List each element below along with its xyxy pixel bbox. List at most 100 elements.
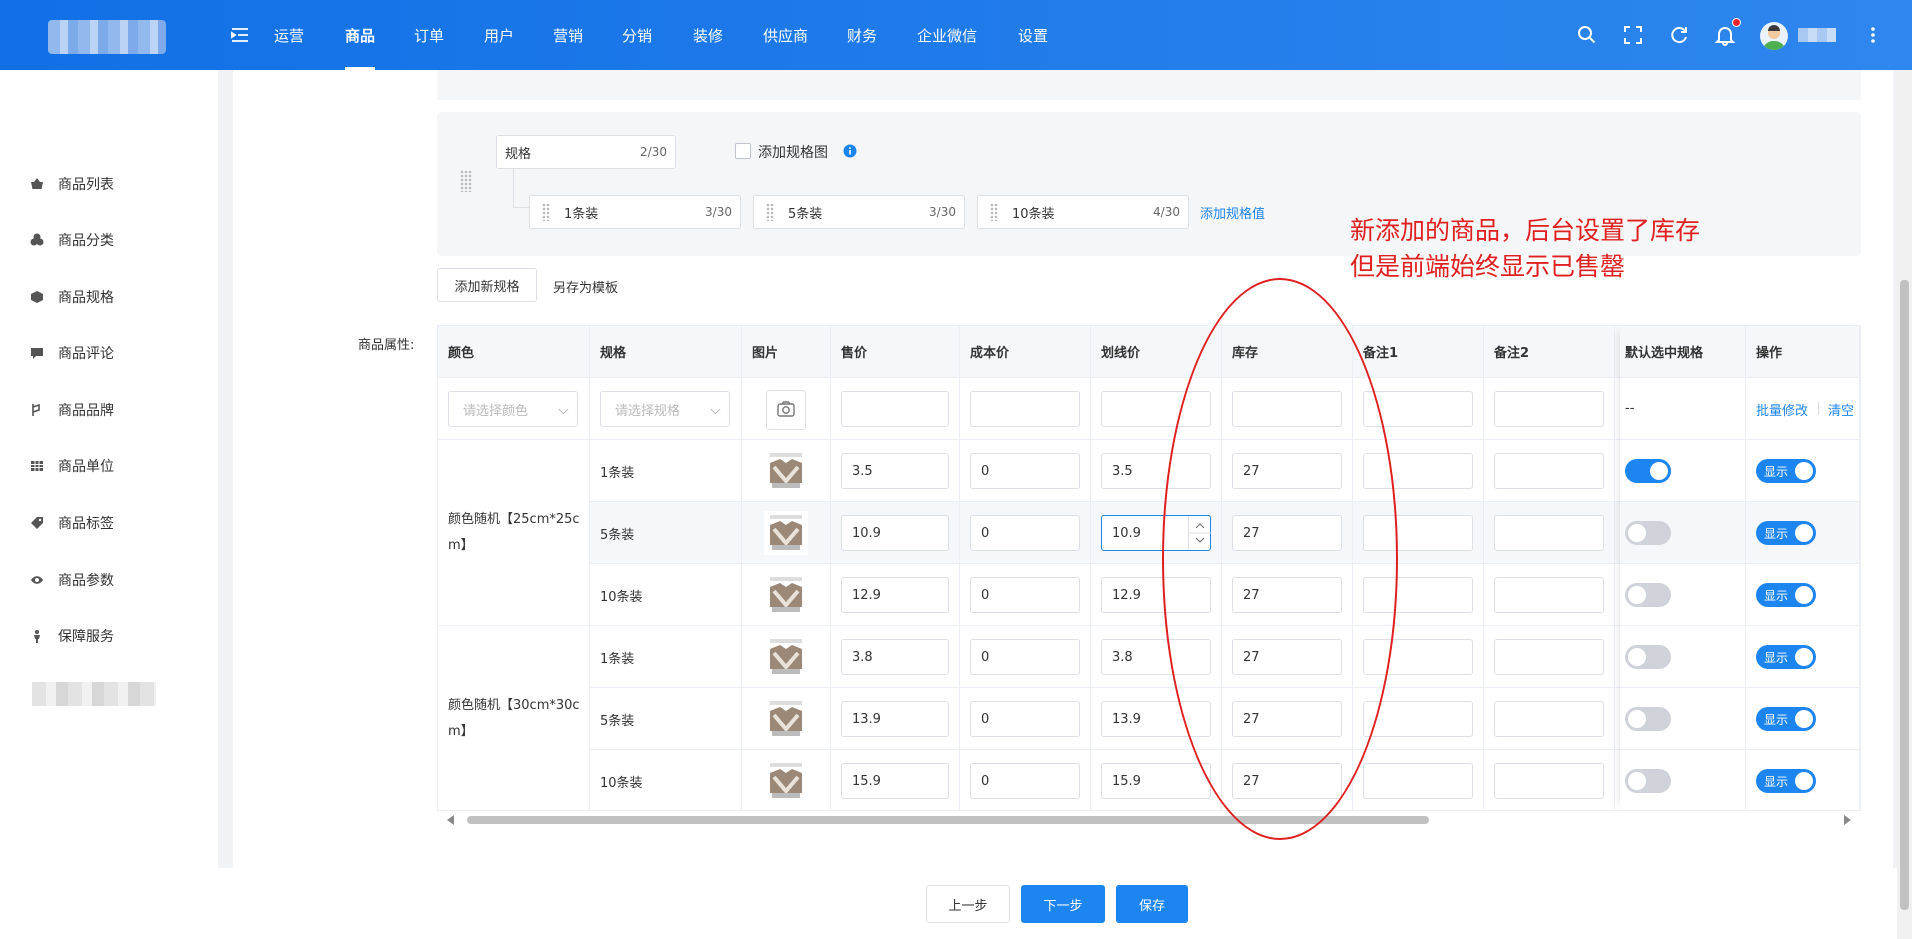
spec-value-input[interactable]: 5条装 3/30 <box>753 195 965 229</box>
vertical-scrollbar-thumb[interactable] <box>1900 280 1909 910</box>
prev-step-button[interactable]: 上一步 <box>926 885 1010 923</box>
price-input[interactable]: 3.5 <box>841 453 949 489</box>
color-text: m】 <box>448 537 474 553</box>
nav-item[interactable]: 供应商 <box>763 0 808 70</box>
sidebar-item[interactable]: 商品单位 <box>30 456 114 476</box>
info-icon[interactable] <box>843 144 857 158</box>
avatar[interactable] <box>1760 22 1788 50</box>
remark-input[interactable] <box>1363 763 1473 799</box>
batch-spec-select[interactable]: 请选择规格 <box>600 391 730 427</box>
add-spec-image-checkbox[interactable] <box>735 143 751 159</box>
nav-item[interactable]: 订单 <box>414 0 444 70</box>
batch-color-select[interactable]: 请选择颜色 <box>448 391 578 427</box>
spec-value-input[interactable]: 1条装 3/30 <box>529 195 741 229</box>
spec-drag-handle-icon[interactable] <box>460 170 472 192</box>
next-step-button[interactable]: 下一步 <box>1021 885 1105 923</box>
color-text: m】 <box>448 723 474 739</box>
sidebar-item-label: 商品品牌 <box>58 403 114 419</box>
add-new-spec-button[interactable]: 添加新规格 <box>437 268 537 302</box>
sidebar-item[interactable]: 商品标签 <box>30 513 114 533</box>
product-attributes-label: 商品属性: <box>358 338 415 353</box>
camera-icon <box>777 401 795 417</box>
nav-item[interactable]: 装修 <box>693 0 723 70</box>
table-header: 成本价 <box>960 326 1091 378</box>
nav-item[interactable]: 用户 <box>484 0 514 70</box>
spec-text: 1条装 <box>600 652 635 667</box>
remark-input[interactable] <box>1494 701 1604 737</box>
search-icon[interactable] <box>1576 24 1598 46</box>
price-input[interactable]: 13.9 <box>841 701 949 737</box>
drag-handle-icon[interactable] <box>766 203 774 221</box>
remark-input[interactable] <box>1494 639 1604 675</box>
cost-input[interactable]: 0 <box>970 763 1080 799</box>
product-thumbnail[interactable] <box>764 697 808 741</box>
product-thumbnail[interactable] <box>764 449 808 493</box>
product-image <box>770 763 802 798</box>
cost-input[interactable]: 0 <box>970 701 1080 737</box>
product-thumbnail[interactable] <box>764 759 808 803</box>
price-input[interactable]: 15.9 <box>841 763 949 799</box>
spec-value-input[interactable]: 10条装 4/30 <box>977 195 1189 229</box>
input-value: 0 <box>981 773 990 789</box>
scroll-left-icon[interactable] <box>447 815 455 825</box>
fullscreen-icon[interactable] <box>1622 24 1644 46</box>
batch-input[interactable] <box>970 391 1080 427</box>
nav-item[interactable]: 运营 <box>274 0 304 70</box>
save-button[interactable]: 保存 <box>1116 885 1188 923</box>
brand-icon <box>32 403 40 416</box>
username-blurred <box>1798 28 1836 42</box>
drag-handle-icon[interactable] <box>542 203 550 221</box>
sidebar-item[interactable]: 商品参数 <box>30 570 114 590</box>
remark-input[interactable] <box>1494 453 1604 489</box>
nav-item[interactable]: 设置 <box>1018 0 1048 70</box>
cost-input[interactable]: 0 <box>970 577 1080 613</box>
sidebar: 商品列表商品分类商品规格商品评论商品品牌商品单位商品标签商品参数保障服务 <box>0 70 218 939</box>
upload-image-button[interactable] <box>766 390 806 430</box>
price-input[interactable]: 10.9 <box>841 515 949 551</box>
line-price-input[interactable]: 15.9 <box>1101 763 1211 799</box>
menu-collapse-icon[interactable] <box>230 25 250 45</box>
add-spec-value-link[interactable]: 添加规格值 <box>1200 203 1265 222</box>
batch-input[interactable] <box>1494 391 1604 427</box>
price-input[interactable]: 3.8 <box>841 639 949 675</box>
remark-input[interactable] <box>1494 763 1604 799</box>
save-as-template-link[interactable]: 另存为模板 <box>553 277 618 296</box>
more-vertical-icon[interactable] <box>1862 24 1884 46</box>
product-image <box>770 701 802 736</box>
sidebar-item[interactable]: 商品列表 <box>30 174 114 194</box>
price-input[interactable]: 12.9 <box>841 577 949 613</box>
cost-input[interactable]: 0 <box>970 639 1080 675</box>
nav-item[interactable]: 企业微信 <box>917 0 977 70</box>
sidebar-item[interactable]: 商品分类 <box>30 230 114 250</box>
input-value: 13.9 <box>1112 711 1141 727</box>
sidebar-item[interactable]: 商品评论 <box>30 343 114 363</box>
sidebar-item[interactable]: 商品品牌 <box>30 400 114 420</box>
page-vertical-scrollbar[interactable] <box>1897 70 1912 939</box>
bell-icon[interactable] <box>1714 24 1736 46</box>
batch-input[interactable] <box>841 391 949 427</box>
cost-input[interactable]: 0 <box>970 453 1080 489</box>
scroll-right-icon[interactable] <box>1843 815 1851 825</box>
drag-handle-icon[interactable] <box>990 203 998 221</box>
product-thumbnail[interactable] <box>764 511 808 555</box>
nav-item[interactable]: 营销 <box>553 0 583 70</box>
sidebar-item[interactable]: 商品规格 <box>30 287 114 307</box>
spec-name-input[interactable]: 规格 2/30 <box>496 135 676 169</box>
nav-item[interactable]: 商品 <box>345 0 376 70</box>
color-text: 颜色随机【30cm*30c <box>448 697 580 713</box>
table-header: 颜色 <box>438 326 590 378</box>
chevron-down-icon <box>558 404 569 415</box>
cost-input[interactable]: 0 <box>970 515 1080 551</box>
product-thumbnail[interactable] <box>764 573 808 617</box>
color-cell: 颜色随机【30cm*30c m】 <box>438 626 590 812</box>
table-horizontal-scrollbar[interactable] <box>437 810 1861 828</box>
remark-input[interactable] <box>1494 577 1604 613</box>
remark-input[interactable] <box>1494 515 1604 551</box>
nav-item[interactable]: 分销 <box>622 0 652 70</box>
refresh-icon[interactable] <box>1668 24 1690 46</box>
spec-value-text: 1条装 <box>564 206 599 222</box>
product-thumbnail[interactable] <box>764 635 808 679</box>
grid-icon <box>31 461 43 471</box>
sidebar-item[interactable]: 保障服务 <box>30 626 114 646</box>
nav-item[interactable]: 财务 <box>847 0 877 70</box>
